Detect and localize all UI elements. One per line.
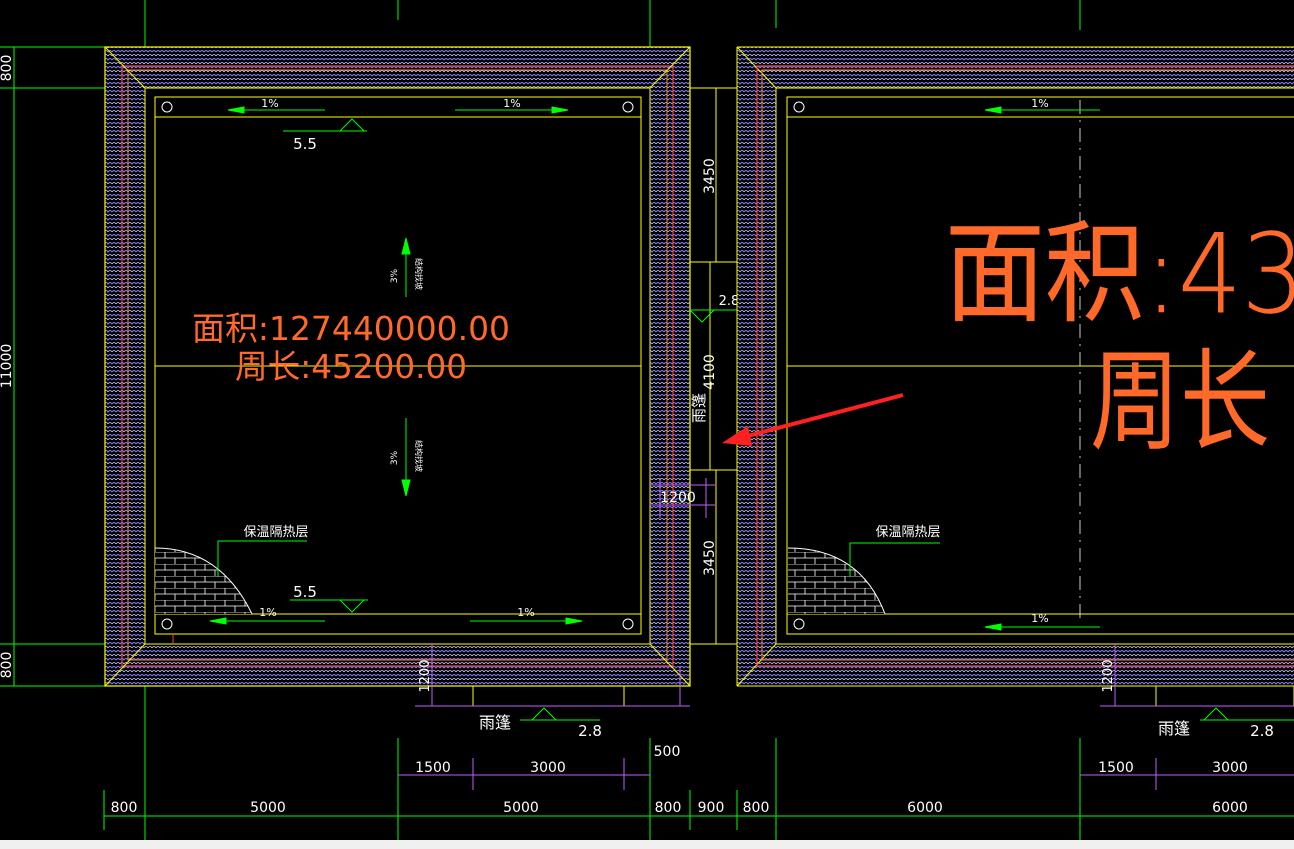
dim-label: 800 (111, 800, 138, 816)
dim-label: 6000 (1212, 800, 1248, 816)
elevation-label: 2.8 (1250, 722, 1274, 740)
slope-note: 结构找坡 (414, 440, 424, 472)
drain-icon (622, 101, 634, 113)
dim-label: 1500 (1098, 760, 1134, 776)
dim-label: 800 (0, 652, 15, 679)
perimeter-label: 周长:45200.00 (235, 347, 467, 386)
dim-label: 11000 (0, 344, 15, 389)
slope-arrow-down-icon (401, 418, 411, 497)
left-roof[interactable]: 1% 1% 5.5 3% 结构找坡 3% 结构找坡 面积:127440000.0… (104, 46, 691, 687)
drain-icon (161, 618, 173, 630)
elevation-marker-icon (520, 707, 600, 721)
bottom-dimensions: 800 5000 5000 800 900 800 6000 6000 (111, 800, 1248, 816)
dim-label: 800 (0, 55, 15, 82)
dim-label: 3000 (1212, 760, 1248, 776)
dim-label: 800 (655, 800, 682, 816)
area-label: 面积:127440000.00 (192, 309, 510, 348)
slope-note: 结构找坡 (414, 258, 424, 290)
elevation-label: 2.8 (578, 722, 602, 740)
perimeter-label: 周长 (1090, 338, 1270, 466)
elevation-marker-icon (689, 309, 737, 323)
elevation-marker-icon (1200, 707, 1294, 721)
dim-label: 5000 (250, 800, 286, 816)
status-bar (0, 840, 1294, 849)
insulation-leader (217, 540, 307, 577)
elevation-marker-icon (290, 599, 368, 613)
slope-arrow-up-icon (401, 237, 411, 297)
drain-icon (622, 618, 634, 630)
canopy-label: 雨篷 (690, 393, 708, 423)
dim-label: 6000 (907, 800, 943, 816)
drain-icon (793, 618, 805, 630)
dim-label: 3450 (702, 540, 718, 576)
canopy-label: 雨篷 (479, 713, 511, 732)
dim-label: 3450 (702, 158, 718, 194)
elevation-label: 5.5 (293, 135, 317, 153)
dim-label: 1500 (415, 760, 451, 776)
right-roof[interactable]: 1% 面积:43 周长 保温隔热层 1% (736, 46, 1294, 687)
slope-label: 3% (390, 450, 400, 465)
drain-icon (793, 101, 805, 113)
slope-label: 1% (1031, 612, 1048, 625)
slope-label: 3% (390, 268, 400, 283)
area-label: 面积:43 (945, 210, 1294, 338)
insulation-label: 保温隔热层 (243, 525, 308, 540)
dim-label: 4100 (702, 354, 718, 390)
insulation-hatch (155, 548, 252, 614)
insulation-leader (849, 542, 940, 577)
left-dimensions: 800 11000 800 (0, 55, 15, 679)
dim-label: 800 (743, 800, 770, 816)
cad-drawing-canvas[interactable]: 1% 1% 5.5 3% 结构找坡 3% 结构找坡 面积:127440000.0… (0, 0, 1294, 849)
insulation-label: 保温隔热层 (875, 525, 940, 540)
dim-label: 1200 (418, 659, 433, 692)
elevation-marker-icon (283, 118, 367, 132)
dim-label: 900 (698, 800, 725, 816)
elevation-label: 5.5 (293, 583, 317, 601)
slope-label: 1% (503, 97, 520, 110)
slope-label: 1% (259, 606, 276, 619)
drain-icon (161, 101, 173, 113)
dim-label: 500 (654, 744, 681, 760)
canopy-label: 雨篷 (1158, 719, 1190, 738)
dim-label: 3000 (530, 760, 566, 776)
slope-label: 1% (261, 97, 278, 110)
dim-label: 1200 (660, 490, 696, 506)
slope-label: 1% (1031, 97, 1048, 110)
dim-label: 1200 (1101, 659, 1116, 692)
elevation-label: 2.8 (719, 294, 740, 309)
dim-label: 5000 (503, 800, 539, 816)
slope-label: 1% (517, 606, 534, 619)
